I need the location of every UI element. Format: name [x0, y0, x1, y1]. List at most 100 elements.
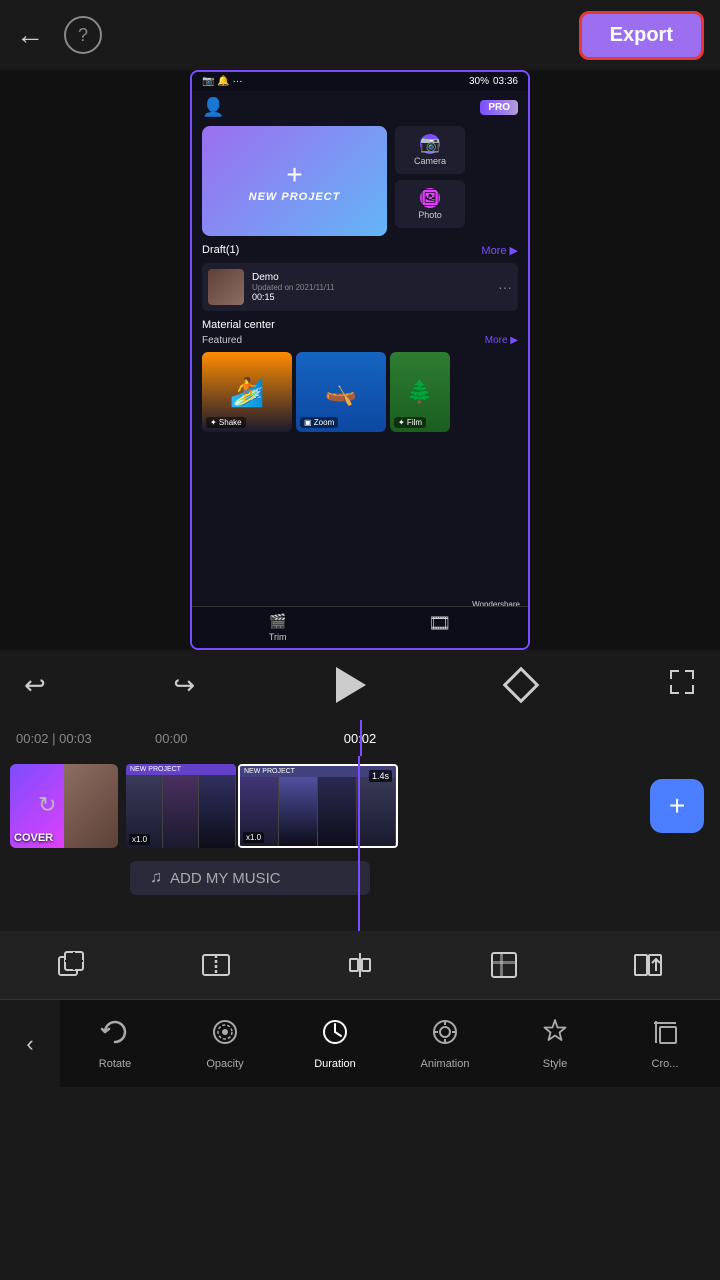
status-right-icons: 30% 03:36 — [469, 76, 518, 87]
replace-button[interactable] — [630, 947, 666, 983]
clip-1-header: NEW PROJECT — [126, 764, 236, 775]
side-buttons: 📷 Camera 🖼 Photo — [395, 126, 465, 228]
clip-1-thumb-2 — [163, 775, 200, 848]
redo-button[interactable]: ↪ — [173, 670, 195, 701]
clip-2-title: NEW PROJECT — [244, 768, 295, 775]
rotate-icon — [100, 1017, 130, 1054]
animation-icon — [430, 1017, 460, 1054]
film-label: ✦ Film — [394, 417, 426, 428]
clip-duration-badge: 1.4s — [369, 770, 392, 782]
new-project-plus: + — [286, 159, 302, 191]
preview-area: 📷 🔔 ··· 30% 03:36 👤 PRO + NEW PROJECT — [0, 70, 720, 650]
draft-options[interactable]: ··· — [498, 279, 512, 295]
duration-label: Duration — [314, 1058, 356, 1070]
featured-more[interactable]: More ▶ — [485, 335, 518, 346]
draft-more[interactable]: More ▶ — [481, 244, 518, 257]
duration-icon — [320, 1017, 350, 1054]
back-button[interactable]: ← — [16, 19, 44, 51]
timeline-ruler: 00:02 | 00:03 00:00 00:02 — [0, 720, 720, 756]
draft-section: Draft(1) More ▶ Demo Updated on 2021/11/… — [202, 244, 518, 311]
split-icon — [198, 947, 234, 983]
style-label: Style — [543, 1058, 567, 1070]
featured-item-shake[interactable]: 🏄 ✦ Shake — [202, 352, 292, 432]
undo-button[interactable]: ↩ — [24, 670, 46, 701]
featured-item-zoom[interactable]: 🛶 ▣ Zoom — [296, 352, 386, 432]
diamond-icon — [503, 667, 540, 704]
main-track-row: ↻ COVER NEW PROJECT x1.0 1.4s — [0, 756, 720, 856]
featured-item-film[interactable]: 🌲 ✦ Film — [390, 352, 450, 432]
nav-item-duration[interactable]: Duration — [280, 1017, 390, 1070]
crop-handle-button[interactable] — [486, 947, 522, 983]
play-button[interactable] — [323, 659, 375, 711]
draft-time: 00:15 — [252, 292, 490, 302]
draft-date: Updated on 2021/11/11 — [252, 283, 490, 292]
new-project-card[interactable]: + NEW PROJECT — [202, 126, 387, 236]
material-center-title: Material center — [202, 319, 518, 331]
keyframe-button[interactable] — [502, 666, 540, 704]
phone-content: 👤 PRO + NEW PROJECT 📷 Camera 🖼 Photo — [192, 91, 528, 645]
nav-item-opacity[interactable]: Opacity — [170, 1017, 280, 1070]
clip-2-thumb-3 — [318, 777, 357, 846]
track-area[interactable]: ↻ COVER NEW PROJECT x1.0 1.4s — [0, 756, 720, 931]
music-track: ♫ ADD MY MUSIC — [120, 856, 720, 900]
time-start: 00:00 — [155, 731, 188, 746]
crop-icon — [650, 1017, 680, 1054]
status-left-icons: 📷 🔔 ··· — [202, 76, 242, 87]
clip-1-thumb-3 — [199, 775, 236, 848]
new-project-label: NEW PROJECT — [249, 191, 341, 203]
align-button[interactable] — [342, 947, 378, 983]
fullscreen-button[interactable] — [668, 668, 696, 702]
top-bar-left: ← ? — [16, 16, 102, 54]
bottom-toolbar — [0, 931, 720, 999]
camera-icon: 📷 — [420, 134, 440, 154]
shake-label: ✦ Shake — [206, 417, 246, 428]
user-icon: 👤 — [202, 97, 224, 118]
phone-status-bar: 📷 🔔 ··· 30% 03:36 — [192, 72, 528, 91]
trim-button[interactable]: 🎬 Trim — [269, 613, 287, 642]
phone-bottom-bar: 🎬 Trim 🎞 — [192, 606, 528, 648]
crop-label: Cro... — [652, 1058, 679, 1070]
clip-block-2[interactable]: 1.4s NEW PROJECT x1.0 — [238, 764, 398, 848]
status-time: 03:36 — [493, 76, 518, 87]
style-icon — [540, 1017, 570, 1054]
add-clip-button[interactable]: + — [650, 779, 704, 833]
clip-block-1[interactable]: NEW PROJECT x1.0 — [126, 764, 236, 848]
bottom-nav: ‹ Rotate Opacity — [0, 999, 720, 1087]
draft-info: Demo Updated on 2021/11/11 00:15 — [252, 272, 490, 302]
nav-item-animation[interactable]: Animation — [390, 1017, 500, 1070]
featured-header: Featured More ▶ — [202, 335, 518, 346]
clip-2-thumb-4 — [357, 777, 396, 846]
draft-item[interactable]: Demo Updated on 2021/11/11 00:15 ··· — [202, 263, 518, 311]
cover-clip[interactable]: ↻ COVER — [10, 764, 118, 848]
help-button[interactable]: ? — [64, 16, 102, 54]
clip-1-title: NEW PROJECT — [130, 766, 181, 773]
cover-label: COVER — [14, 832, 53, 844]
cover-thumb-2 — [64, 764, 118, 848]
add-music-label: ADD MY MUSIC — [170, 870, 281, 887]
status-battery: 30% — [469, 76, 489, 87]
playhead — [358, 756, 360, 931]
nav-item-style[interactable]: Style — [500, 1017, 610, 1070]
nav-item-rotate[interactable]: Rotate — [60, 1017, 170, 1070]
rotate-label: Rotate — [99, 1058, 131, 1070]
duplicate-button[interactable] — [54, 947, 90, 983]
draft-thumbnail — [208, 269, 244, 305]
pro-badge: PRO — [480, 100, 518, 115]
refresh-icon: ↻ — [38, 792, 56, 818]
camera-button[interactable]: 📷 Camera — [395, 126, 465, 174]
export-button[interactable]: Export — [579, 11, 704, 60]
filmora-logo: 🎞 — [428, 613, 451, 642]
play-icon — [336, 667, 366, 703]
add-music-button[interactable]: ♫ ADD MY MUSIC — [130, 861, 370, 895]
replace-icon — [630, 947, 666, 983]
draft-title: Draft(1) — [202, 244, 239, 257]
nav-item-crop[interactable]: Cro... — [610, 1017, 720, 1070]
camera-label: Camera — [414, 156, 446, 166]
clip-2-speed: x1.0 — [243, 832, 264, 843]
split-button[interactable] — [198, 947, 234, 983]
back-nav-button[interactable]: ‹ — [0, 1000, 60, 1087]
photo-button[interactable]: 🖼 Photo — [395, 180, 465, 228]
trim-label: Trim — [269, 632, 287, 642]
clip-2-thumb-2 — [279, 777, 318, 846]
duplicate-icon — [54, 947, 90, 983]
